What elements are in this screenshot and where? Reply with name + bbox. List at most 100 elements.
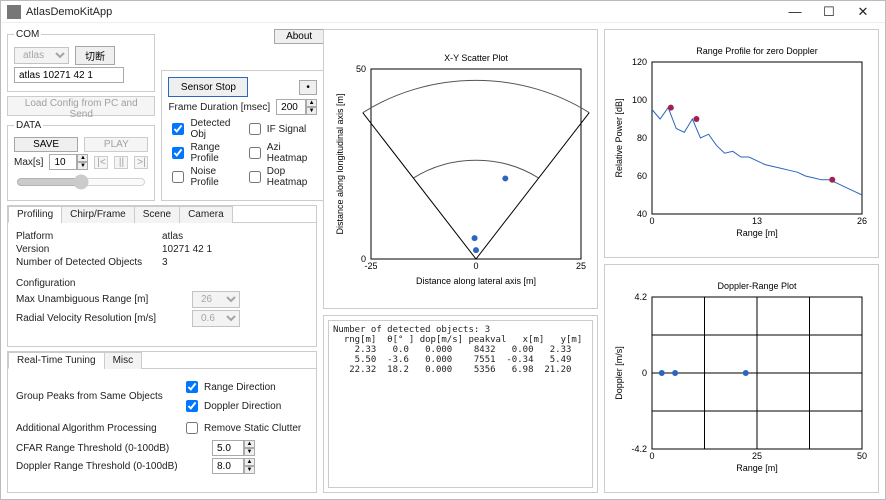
- svg-text:25: 25: [575, 261, 585, 271]
- dop-heatmap-checkbox[interactable]: [249, 171, 261, 183]
- svg-text:120: 120: [631, 57, 646, 67]
- svg-text:Distance along lateral axis [m: Distance along lateral axis [m]: [415, 276, 535, 286]
- svg-text:Relative Power [dB]: Relative Power [dB]: [614, 98, 624, 177]
- platform-label: Platform: [16, 231, 156, 242]
- doppler-up[interactable]: ▲: [244, 458, 255, 466]
- app-icon: [7, 5, 21, 19]
- remove-static-checkbox[interactable]: [186, 422, 198, 434]
- svg-text:50: 50: [355, 64, 365, 74]
- svg-text:Range Profile for zero Doppler: Range Profile for zero Doppler: [696, 46, 818, 56]
- frame-duration-input[interactable]: [276, 99, 306, 115]
- maxs-down[interactable]: ▼: [77, 162, 88, 170]
- svg-text:13: 13: [751, 216, 761, 226]
- maximize-button[interactable]: ☐: [813, 1, 845, 23]
- tab-chirp-frame[interactable]: Chirp/Frame: [61, 206, 135, 223]
- maxs-input[interactable]: [49, 154, 77, 170]
- group-peaks-label: Group Peaks from Same Objects: [16, 391, 176, 402]
- cfar-up[interactable]: ▲: [244, 440, 255, 448]
- pause-button[interactable]: ||: [114, 156, 128, 169]
- doppler-range-plot: Doppler-Range Plot Range [m] Doppler [m/s]…: [604, 264, 879, 493]
- minimize-button[interactable]: —: [779, 1, 811, 23]
- frame-down[interactable]: ▼: [306, 107, 317, 115]
- maxunamb-select[interactable]: 26: [192, 291, 240, 308]
- data-panel: DATA SAVE PLAY Max[s] ▲▼ |<: [7, 120, 155, 201]
- tuning-body: Group Peaks from Same Objects Range Dire…: [8, 369, 316, 492]
- svg-text:0: 0: [360, 254, 365, 264]
- tab-realtime-tuning[interactable]: Real-Time Tuning: [8, 352, 105, 369]
- svg-text:40: 40: [636, 209, 646, 219]
- if-signal-checkbox[interactable]: [249, 123, 261, 135]
- range-direction-checkbox[interactable]: [186, 381, 198, 393]
- ndet-label: Number of Detected Objects: [16, 257, 156, 268]
- save-button[interactable]: SAVE: [14, 137, 78, 152]
- azi-heatmap-checkbox[interactable]: [249, 147, 261, 159]
- tab-profiling[interactable]: Profiling: [8, 206, 62, 223]
- range-profile-checkbox[interactable]: [172, 147, 184, 159]
- data-legend: DATA: [14, 120, 43, 131]
- com-panel: COM atlas 切断: [7, 29, 155, 92]
- maxunamb-label: Max Unambiguous Range [m]: [16, 294, 186, 305]
- noise-profile-checkbox[interactable]: [172, 171, 184, 183]
- version-label: Version: [16, 244, 156, 255]
- svg-text:100: 100: [631, 95, 646, 105]
- about-button[interactable]: About: [274, 29, 324, 44]
- scan-button[interactable]: 切断: [75, 46, 115, 65]
- sensor-panel: Sensor Stop • Frame Duration [msec] ▲▼: [161, 70, 324, 201]
- load-config-button[interactable]: Load Config from PC and Send: [7, 96, 155, 116]
- svg-text:25: 25: [751, 451, 761, 461]
- doppler-thresh-label: Doppler Range Threshold (0-100dB): [16, 461, 206, 472]
- close-button[interactable]: ✕: [847, 1, 879, 23]
- svg-text:Doppler-Range Plot: Doppler-Range Plot: [717, 281, 797, 291]
- record-button[interactable]: •: [299, 80, 317, 95]
- detected-obj-checkbox[interactable]: [172, 123, 184, 135]
- svg-text:-25: -25: [364, 261, 377, 271]
- svg-text:26: 26: [856, 216, 866, 226]
- maxs-up[interactable]: ▲: [77, 154, 88, 162]
- tab-scene[interactable]: Scene: [134, 206, 180, 223]
- svg-text:0: 0: [641, 368, 646, 378]
- rewind-button[interactable]: |<: [94, 156, 108, 169]
- svg-text:Range [m]: Range [m]: [736, 463, 778, 473]
- console-panel: Number of detected objects: 3 rng[m] θ[°…: [323, 315, 598, 493]
- doppler-direction-checkbox[interactable]: [186, 400, 198, 412]
- cfar-input[interactable]: [212, 440, 244, 456]
- range-profile-plot: Range Profile for zero Doppler Range [m] R…: [604, 29, 879, 258]
- version-value: 10271 42 1: [162, 244, 212, 255]
- svg-text:Doppler [m/s]: Doppler [m/s]: [614, 346, 624, 400]
- radvel-label: Radial Velocity Resolution [m/s]: [16, 313, 186, 324]
- sensor-stop-button[interactable]: Sensor Stop: [168, 77, 248, 97]
- radvel-select[interactable]: 0.6: [192, 310, 240, 327]
- svg-text:0: 0: [473, 261, 478, 271]
- tuning-tabbox: Real-Time Tuning Misc Group Peaks from S…: [7, 351, 317, 493]
- cfar-label: CFAR Range Threshold (0-100dB): [16, 443, 206, 454]
- tab-misc[interactable]: Misc: [104, 352, 143, 369]
- end-button[interactable]: >|: [134, 156, 148, 169]
- doppler-input[interactable]: [212, 458, 244, 474]
- svg-text:4.2: 4.2: [634, 292, 647, 302]
- svg-text:-4.2: -4.2: [631, 444, 647, 454]
- maxs-label: Max[s]: [14, 157, 43, 168]
- app-window: AtlasDemoKitApp — ☐ ✕ COM atlas 切断: [0, 0, 886, 500]
- ndet-value: 3: [162, 257, 168, 268]
- tab-camera[interactable]: Camera: [179, 206, 233, 223]
- xy-scatter-plot: X-Y Scatter Plot Distance along lateral a…: [323, 29, 598, 309]
- titlebar: AtlasDemoKitApp — ☐ ✕: [1, 1, 885, 23]
- com-device-field[interactable]: [14, 67, 124, 83]
- config-label: Configuration: [16, 278, 75, 289]
- platform-value: atlas: [162, 231, 183, 242]
- svg-text:60: 60: [636, 171, 646, 181]
- profiling-tabbox: Profiling Chirp/Frame Scene Camera Platf…: [7, 205, 317, 347]
- svg-text:X-Y Scatter Plot: X-Y Scatter Plot: [444, 53, 508, 63]
- frame-duration-label: Frame Duration [msec]: [168, 102, 270, 113]
- playback-slider[interactable]: [16, 174, 146, 190]
- addl-algo-label: Additional Algorithm Processing: [16, 423, 176, 434]
- com-port-select[interactable]: atlas: [14, 47, 69, 64]
- window-title: AtlasDemoKitApp: [26, 6, 779, 18]
- console-output[interactable]: Number of detected objects: 3 rng[m] θ[°…: [328, 320, 593, 488]
- doppler-down[interactable]: ▼: [244, 466, 255, 474]
- cfar-down[interactable]: ▼: [244, 448, 255, 456]
- frame-up[interactable]: ▲: [306, 99, 317, 107]
- svg-text:Range [m]: Range [m]: [736, 228, 778, 238]
- svg-text:50: 50: [856, 451, 866, 461]
- play-button[interactable]: PLAY: [84, 137, 148, 152]
